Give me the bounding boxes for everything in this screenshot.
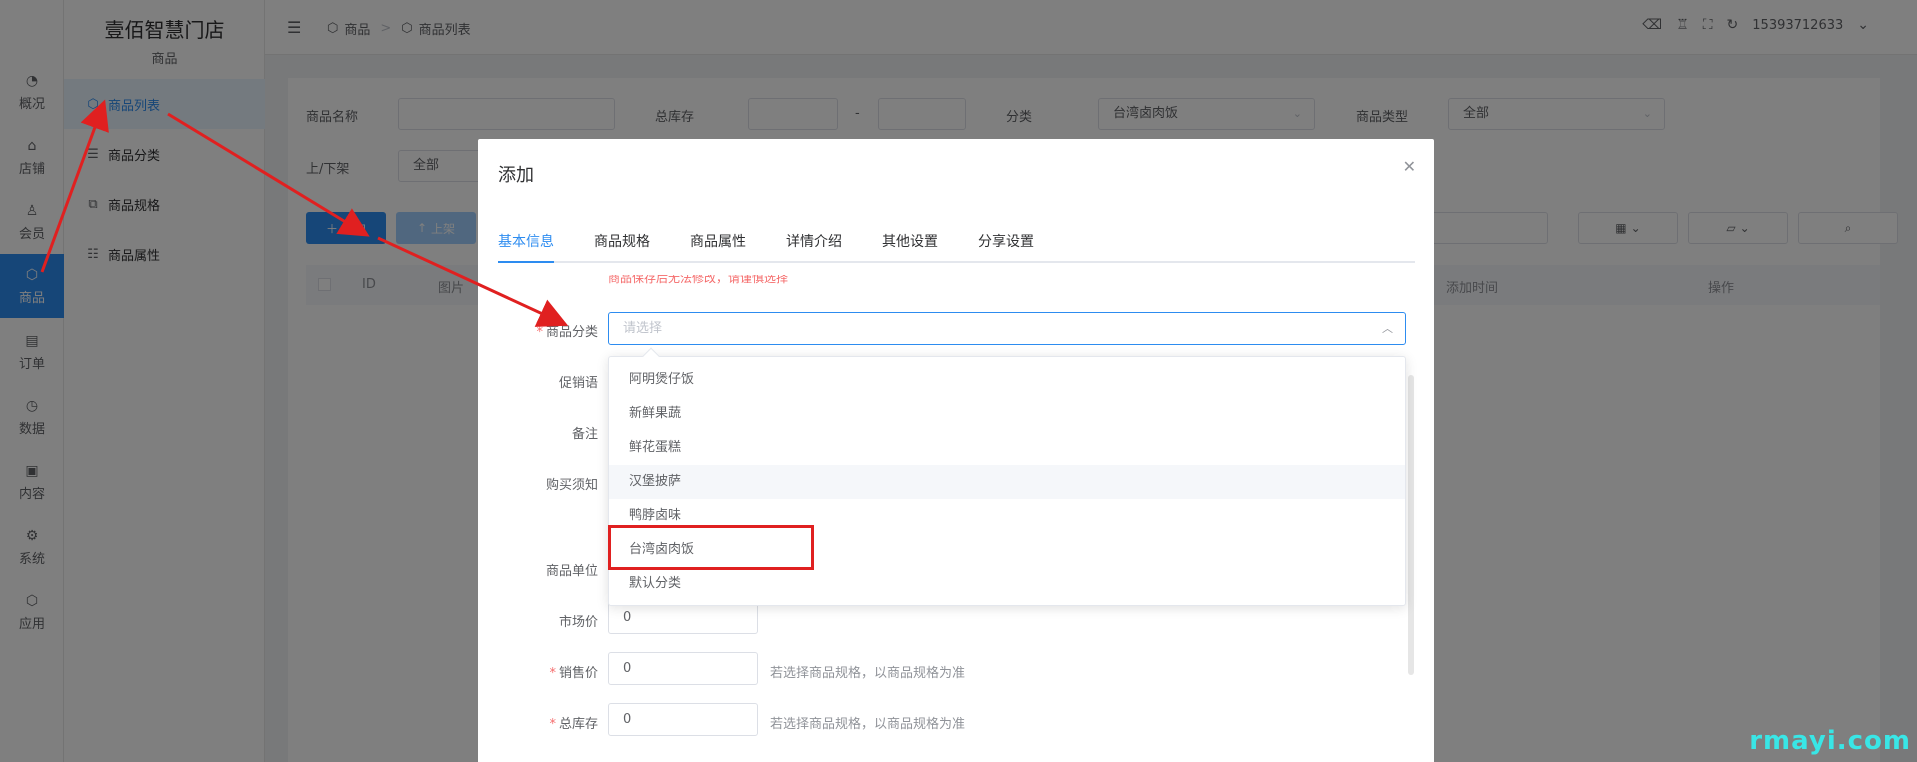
arrow-to-add-button [167,112,370,237]
arrow-to-category [377,236,569,327]
watermark-text: rmayi.com [1749,726,1911,756]
arrow-to-sidebar [40,99,109,273]
annotation-arrows [40,99,569,327]
